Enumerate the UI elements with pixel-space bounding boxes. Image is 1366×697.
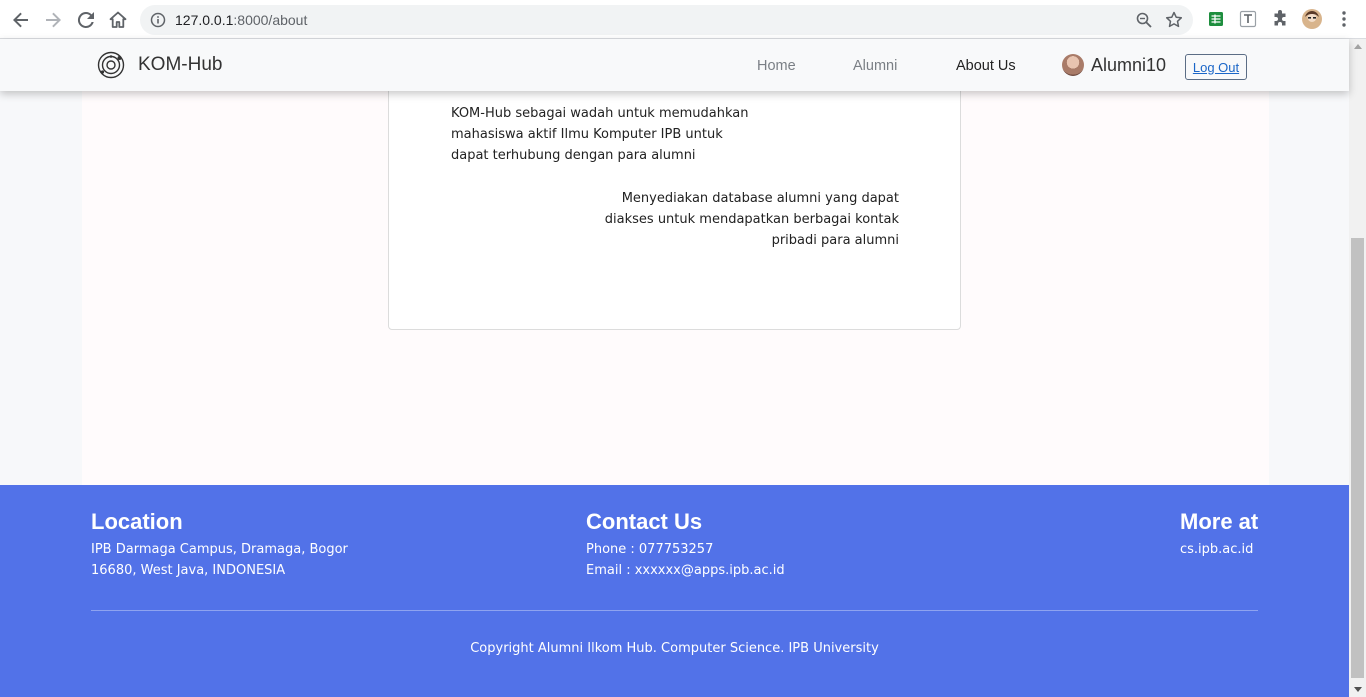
nav-link-home[interactable]: Home — [757, 58, 796, 74]
back-icon[interactable] — [9, 8, 33, 32]
profile-avatar-icon[interactable] — [1302, 9, 1322, 29]
bookmark-star-icon[interactable] — [1164, 10, 1184, 30]
footer-location-line1: IPB Darmaga Campus, Dramaga, Bogor — [91, 542, 348, 557]
scroll-up-arrow-icon[interactable] — [1354, 44, 1362, 49]
logout-button[interactable]: Log Out — [1185, 54, 1247, 80]
home-icon[interactable] — [106, 8, 130, 32]
nav-link-about-us[interactable]: About Us — [956, 58, 1016, 74]
kom-hub-logo-icon[interactable] — [97, 51, 125, 79]
scroll-down-arrow-icon[interactable] — [1354, 687, 1362, 692]
footer-divider — [91, 610, 1258, 611]
url-text: 127.0.0.1:8000/about — [175, 12, 307, 28]
browser-menu-icon[interactable] — [1334, 9, 1354, 29]
browser-toolbar: 127.0.0.1:8000/about — [0, 0, 1366, 39]
footer-location-line2: 16680, West Java, INDONESIA — [91, 563, 286, 578]
footer-location-title: Location — [91, 509, 183, 534]
site-navbar: KOM-Hub Home Alumni About Us Alumni10 Lo… — [0, 39, 1349, 91]
sheets-extension-icon[interactable] — [1206, 9, 1226, 29]
extensions-puzzle-icon[interactable] — [1270, 9, 1290, 29]
footer-contact-email: Email : xxxxxx@apps.ipb.ac.id — [586, 563, 785, 578]
about-paragraph-2: Menyediakan database alumni yang dapat d… — [604, 191, 899, 248]
about-paragraph-1: KOM-Hub sebagai wadah untuk memudahkan m… — [451, 106, 749, 163]
site-footer: Location IPB Darmaga Campus, Dramaga, Bo… — [0, 485, 1349, 697]
username[interactable]: Alumni10 — [1091, 55, 1166, 76]
text-extension-icon[interactable] — [1238, 9, 1258, 29]
reload-icon[interactable] — [74, 8, 98, 32]
site-info-icon[interactable] — [150, 12, 166, 28]
nav-link-alumni[interactable]: Alumni — [853, 58, 897, 74]
footer-copyright: Copyright Alumni Ilkom Hub. Computer Sci… — [470, 641, 879, 656]
footer-more-title: More at — [1180, 509, 1259, 534]
scrollbar-thumb[interactable] — [1351, 238, 1364, 678]
zoom-icon[interactable] — [1135, 11, 1153, 29]
address-bar[interactable]: 127.0.0.1:8000/about — [140, 5, 1193, 35]
footer-more-link[interactable]: cs.ipb.ac.id — [1180, 539, 1253, 560]
footer-contact-phone: Phone : 077753257 — [586, 542, 714, 557]
avatar[interactable] — [1062, 54, 1084, 76]
brand-name[interactable]: KOM-Hub — [138, 54, 222, 76]
footer-contact-title: Contact Us — [586, 509, 703, 534]
url-host: 127.0.0.1 — [175, 12, 234, 28]
url-path: :8000/about — [233, 12, 308, 28]
forward-icon[interactable] — [41, 8, 65, 32]
